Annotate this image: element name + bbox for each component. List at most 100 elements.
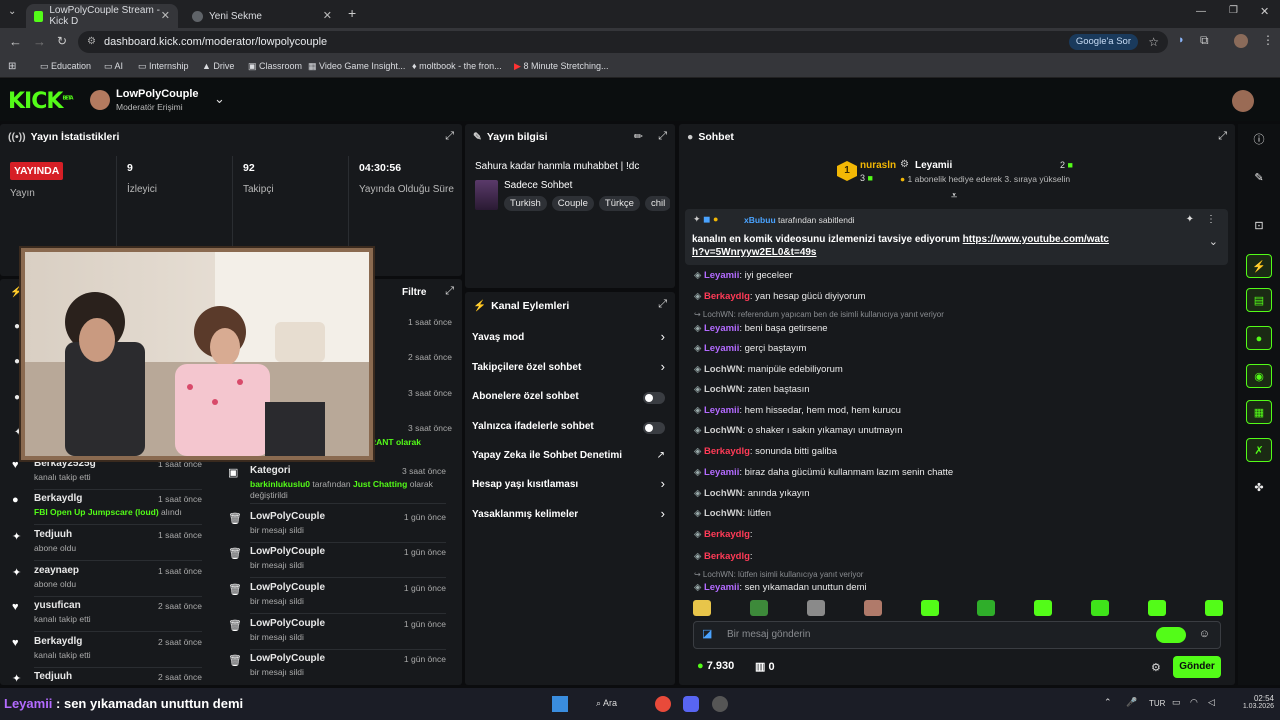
url-input[interactable]: ⚙ dashboard.kick.com/moderator/lowpolyco…: [78, 31, 1168, 53]
bookmark-video-game[interactable]: ▦ Video Game Insight...: [308, 61, 405, 72]
tag-chip[interactable]: chil: [644, 196, 670, 211]
chat-icon[interactable]: ●: [1246, 326, 1272, 350]
tray-chevron-icon[interactable]: ⌃: [1104, 697, 1112, 708]
network-icon[interactable]: ▭: [1172, 697, 1181, 708]
mod-list-icon[interactable]: ▦: [1246, 400, 1272, 424]
event-user[interactable]: LowPolyCouple: [250, 511, 325, 522]
chat-username[interactable]: Berkaydlg: [704, 446, 750, 457]
chat-username[interactable]: LochWN: [704, 508, 743, 519]
emote-icon[interactable]: [806, 600, 825, 616]
bolt-icon[interactable]: ⚡: [1246, 254, 1272, 278]
bookmark-star-icon[interactable]: ☆: [1148, 31, 1159, 53]
new-tab-icon[interactable]: +: [348, 5, 356, 21]
event-user[interactable]: LowPolyCouple: [250, 618, 325, 629]
volume-icon[interactable]: ◁: [1208, 697, 1215, 708]
event-user[interactable]: LowPolyCouple: [250, 582, 325, 593]
action-followers-only[interactable]: Takipçilere özel sohbet ›: [465, 359, 675, 382]
cast-icon[interactable]: ◗: [1178, 34, 1185, 46]
unpin-icon[interactable]: ✦: [1186, 214, 1194, 225]
emote-icon[interactable]: [977, 600, 996, 616]
bookmark-drive[interactable]: ▲ Drive: [202, 61, 234, 71]
bookmark-internship[interactable]: ▭ Internship: [138, 61, 189, 72]
tab-kick[interactable]: LowPolyCouple Stream - Kick D ✕: [26, 4, 178, 28]
chat-settings-gear-icon[interactable]: ⚙: [1151, 661, 1161, 674]
expand-icon[interactable]: ⤢: [1218, 130, 1227, 143]
chat-username[interactable]: Leyamii: [704, 405, 739, 416]
user-avatar[interactable]: [1232, 90, 1254, 112]
menu-dots-icon[interactable]: ⋮: [1262, 33, 1274, 47]
chat-username[interactable]: LochWN: [704, 425, 743, 436]
emote-icon[interactable]: [749, 600, 768, 616]
forward-icon[interactable]: →: [33, 34, 46, 49]
action-slow-mode[interactable]: Yavaş mod ›: [465, 329, 675, 352]
expand-icon[interactable]: ⤢: [445, 130, 454, 143]
reload-icon[interactable]: ↻: [57, 34, 67, 48]
chat-username[interactable]: Leyamii: [704, 467, 739, 478]
clipboard-icon[interactable]: ▤: [1246, 288, 1272, 312]
chat-username[interactable]: Berkaydlg: [704, 529, 750, 540]
action-ai-moderation[interactable]: Yapay Zeka ile Sohbet Denetimi ↗: [465, 450, 675, 470]
chat-username[interactable]: Leyamii: [704, 323, 739, 334]
google-ask-button[interactable]: Google'a Sor: [1068, 34, 1138, 50]
expand-icon[interactable]: ⤢: [658, 130, 667, 143]
bookmark-stretching[interactable]: ▶ 8 Minute Stretching...: [514, 61, 608, 72]
maximize-icon[interactable]: ❐: [1229, 5, 1238, 16]
chat-username[interactable]: LochWN: [704, 364, 743, 375]
send-button[interactable]: Gönder: [1173, 656, 1221, 678]
back-icon[interactable]: ←: [9, 34, 22, 49]
event-user[interactable]: Tedjuuh: [34, 529, 72, 540]
tag-chip[interactable]: Türkçe: [598, 196, 640, 211]
kick-logo[interactable]: KICKBETA: [8, 89, 74, 114]
site-info-icon[interactable]: ⚙: [87, 31, 96, 53]
steam-icon[interactable]: [712, 696, 728, 712]
info-icon[interactable]: ⓘ: [1246, 128, 1272, 152]
emote-icon[interactable]: [1148, 600, 1166, 616]
apps-grid-icon[interactable]: ⊞: [8, 61, 16, 72]
emote-icon[interactable]: [1091, 600, 1110, 616]
chat-input[interactable]: ◪ Bir mesaj gönderin ☺: [693, 621, 1221, 649]
emote-icon[interactable]: [1204, 600, 1223, 616]
chat-username[interactable]: Berkaydlg: [704, 551, 750, 562]
tag-chip[interactable]: Turkish: [504, 196, 547, 211]
filter-button[interactable]: Filtre: [402, 287, 426, 298]
start-icon[interactable]: [552, 696, 568, 712]
chat-username[interactable]: Leyamii: [704, 343, 739, 354]
emote-icon[interactable]: [693, 600, 711, 616]
emote-icon[interactable]: [920, 600, 939, 616]
emote-toggle-icon[interactable]: [1156, 627, 1186, 643]
event-user[interactable]: Berkaydlg: [34, 636, 82, 647]
layout-icon[interactable]: ⊡: [1246, 214, 1272, 238]
chat-username[interactable]: Leyamii: [704, 270, 739, 281]
mic-icon[interactable]: 🎤: [1126, 697, 1137, 708]
event-user[interactable]: LowPolyCouple: [250, 546, 325, 557]
category-name[interactable]: Sadece Sohbet: [504, 180, 572, 191]
chrome-icon[interactable]: [655, 696, 671, 712]
event-user[interactable]: LowPolyCouple: [250, 653, 325, 664]
emote-icon[interactable]: [863, 600, 882, 616]
emotes-only-toggle[interactable]: [643, 422, 665, 434]
minimize-icon[interactable]: —: [1196, 6, 1206, 17]
close-tab-icon[interactable]: ✕: [323, 9, 332, 22]
extensions-icon[interactable]: ⧉: [1200, 33, 1209, 48]
expand-icon[interactable]: ⤢: [658, 298, 667, 311]
close-window-icon[interactable]: ✕: [1260, 5, 1269, 18]
wifi-icon[interactable]: ◠: [1190, 697, 1198, 708]
tag-chip[interactable]: Couple: [551, 196, 594, 211]
broadcast-icon[interactable]: ◉: [1246, 364, 1272, 388]
chat-username[interactable]: LochWN: [704, 488, 743, 499]
edit-icon[interactable]: ✎: [1246, 166, 1272, 190]
event-user[interactable]: Berkaydlg: [34, 493, 82, 504]
tab-search-icon[interactable]: ⌄: [8, 6, 16, 17]
bookmark-classroom[interactable]: ▣ Classroom: [248, 61, 302, 72]
channel-points[interactable]: ● 7.930: [697, 660, 734, 672]
second-gifter-name[interactable]: Leyamii: [915, 160, 952, 171]
subscribers-only-toggle[interactable]: [643, 392, 665, 404]
expand-icon[interactable]: ⤢: [445, 285, 454, 298]
chat-username[interactable]: Berkaydlg: [704, 291, 750, 302]
emoji-picker-icon[interactable]: ☺: [1199, 628, 1210, 640]
apps-icon[interactable]: ✤: [1246, 476, 1272, 500]
chat-username[interactable]: LochWN: [704, 384, 743, 395]
edit-pencil-icon[interactable]: ✏: [634, 130, 643, 143]
bookmark-moltbook[interactable]: ♦ moltbook - the fron...: [412, 61, 502, 71]
collapse-leaderboard-icon[interactable]: ⩡: [951, 190, 957, 203]
